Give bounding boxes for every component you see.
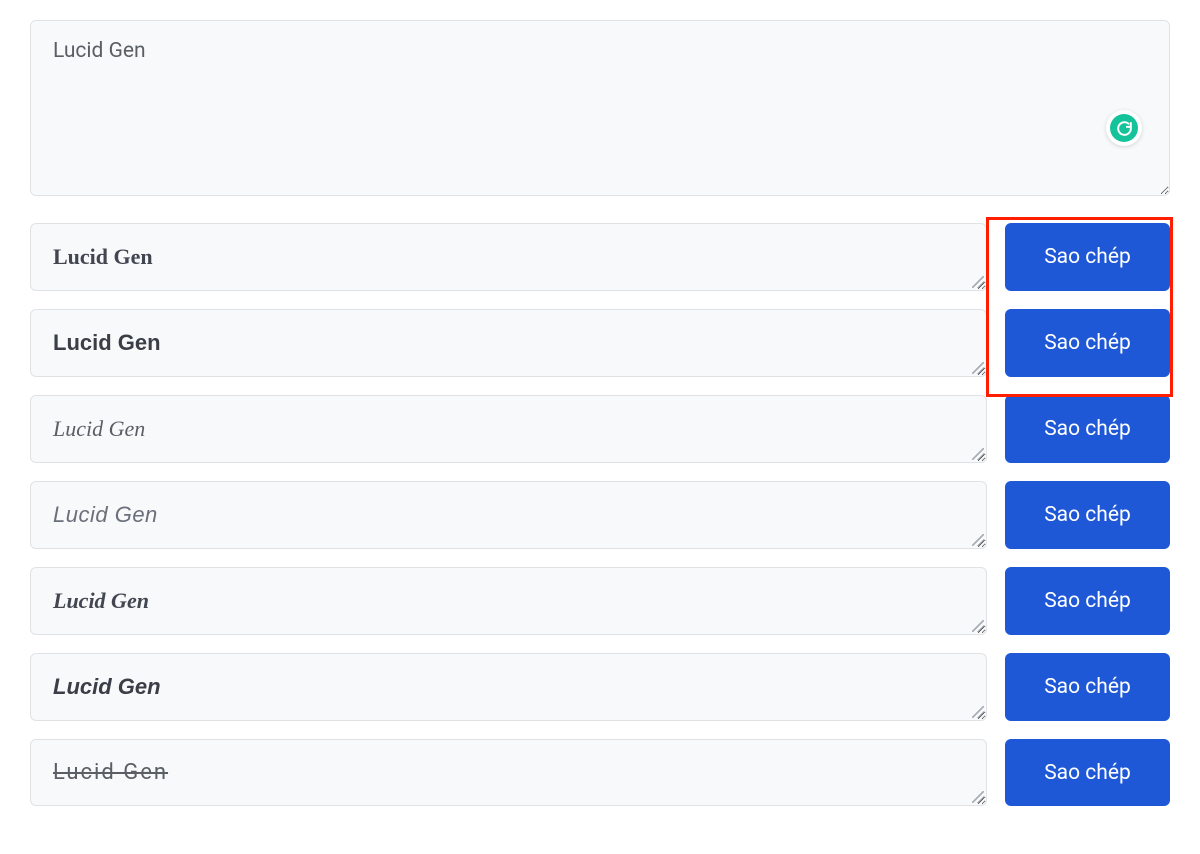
styled-text-output[interactable]: Lucid Gen	[30, 739, 987, 806]
styled-text-output[interactable]: Lucid Gen	[30, 223, 987, 291]
style-row: Lucid Gen Sao chép	[30, 481, 1170, 549]
copy-button[interactable]: Sao chép	[1005, 309, 1170, 377]
styled-text-output[interactable]: Lucid Gen	[30, 395, 987, 463]
copy-button[interactable]: Sao chép	[1005, 653, 1170, 721]
style-row: Lucid Gen Sao chép	[30, 567, 1170, 635]
style-row: Lucid Gen Sao chép	[30, 309, 1170, 377]
styled-text-output[interactable]: Lucid Gen	[30, 481, 987, 549]
styled-text-output[interactable]: Lucid Gen	[30, 567, 987, 635]
copy-button[interactable]: Sao chép	[1005, 223, 1170, 291]
copy-button[interactable]: Sao chép	[1005, 395, 1170, 463]
style-row: Lucid Gen Sao chép	[30, 395, 1170, 463]
main-input-textarea[interactable]	[30, 20, 1170, 196]
style-row: Lucid Gen Sao chép	[30, 653, 1170, 721]
grammarly-icon[interactable]	[1106, 110, 1142, 146]
copy-button[interactable]: Sao chép	[1005, 739, 1170, 806]
style-row: Lucid Gen Sao chép	[30, 223, 1170, 291]
copy-button[interactable]: Sao chép	[1005, 481, 1170, 549]
styled-text-output[interactable]: Lucid Gen	[30, 653, 987, 721]
style-row: Lucid Gen Sao chép	[30, 739, 1170, 806]
styled-text-output[interactable]: Lucid Gen	[30, 309, 987, 377]
copy-button[interactable]: Sao chép	[1005, 567, 1170, 635]
styled-rows-container: Lucid GenSao chépLucid GenSao chépLucid …	[30, 223, 1170, 806]
